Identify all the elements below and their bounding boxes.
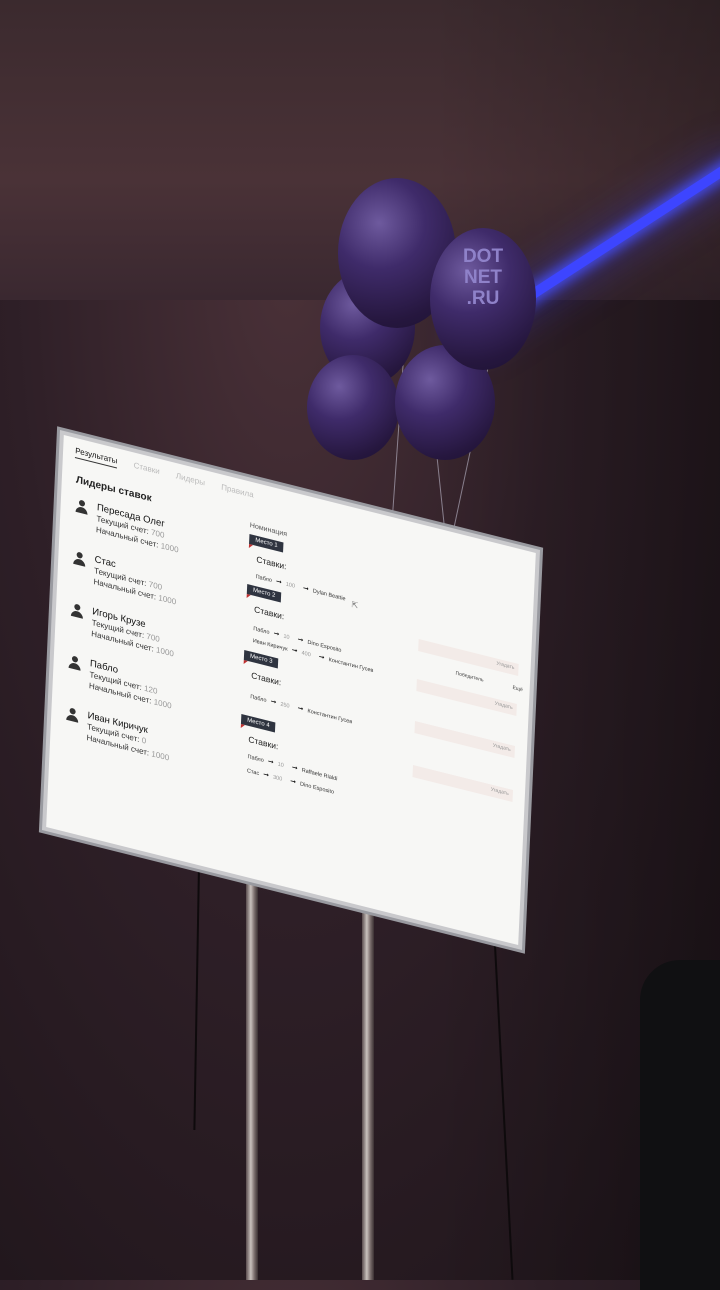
tab-rules[interactable]: Правила: [221, 482, 254, 499]
person-icon: [65, 707, 80, 725]
person-icon: [72, 551, 87, 569]
stakes-label: Ставки:: [251, 670, 282, 688]
place-badge: Место 1: [249, 534, 284, 553]
tab-results[interactable]: Результаты: [74, 446, 118, 469]
mouse-cursor-icon: ⇱: [351, 600, 359, 611]
header-winner: Победитель: [455, 670, 484, 684]
balloon-logo-text: DOT NET .RU: [462, 246, 504, 309]
balloon: [307, 355, 399, 460]
place-badge: Место 2: [246, 584, 282, 603]
pick-row: [414, 721, 515, 758]
pick-row: [412, 765, 514, 802]
tab-leaders[interactable]: Лидеры: [176, 471, 205, 487]
place-badge: Место 4: [240, 714, 276, 733]
place-badge: Место 3: [243, 650, 279, 669]
person-icon: [74, 499, 89, 517]
balloon-dotnet: DOT NET .RU: [430, 228, 536, 370]
header-more: Ещё: [512, 684, 523, 694]
person-silhouette: [640, 960, 720, 1290]
stakes-label: Ставки:: [248, 734, 279, 752]
person-icon: [67, 655, 82, 673]
stakes-label: Ставки:: [256, 554, 287, 572]
stand-pole: [246, 830, 258, 1280]
pick-row: [416, 679, 517, 716]
tab-bets[interactable]: Ставки: [133, 461, 159, 477]
pick-row: [418, 639, 519, 676]
stakes-label: Ставки:: [253, 604, 285, 622]
person-icon: [70, 603, 85, 621]
